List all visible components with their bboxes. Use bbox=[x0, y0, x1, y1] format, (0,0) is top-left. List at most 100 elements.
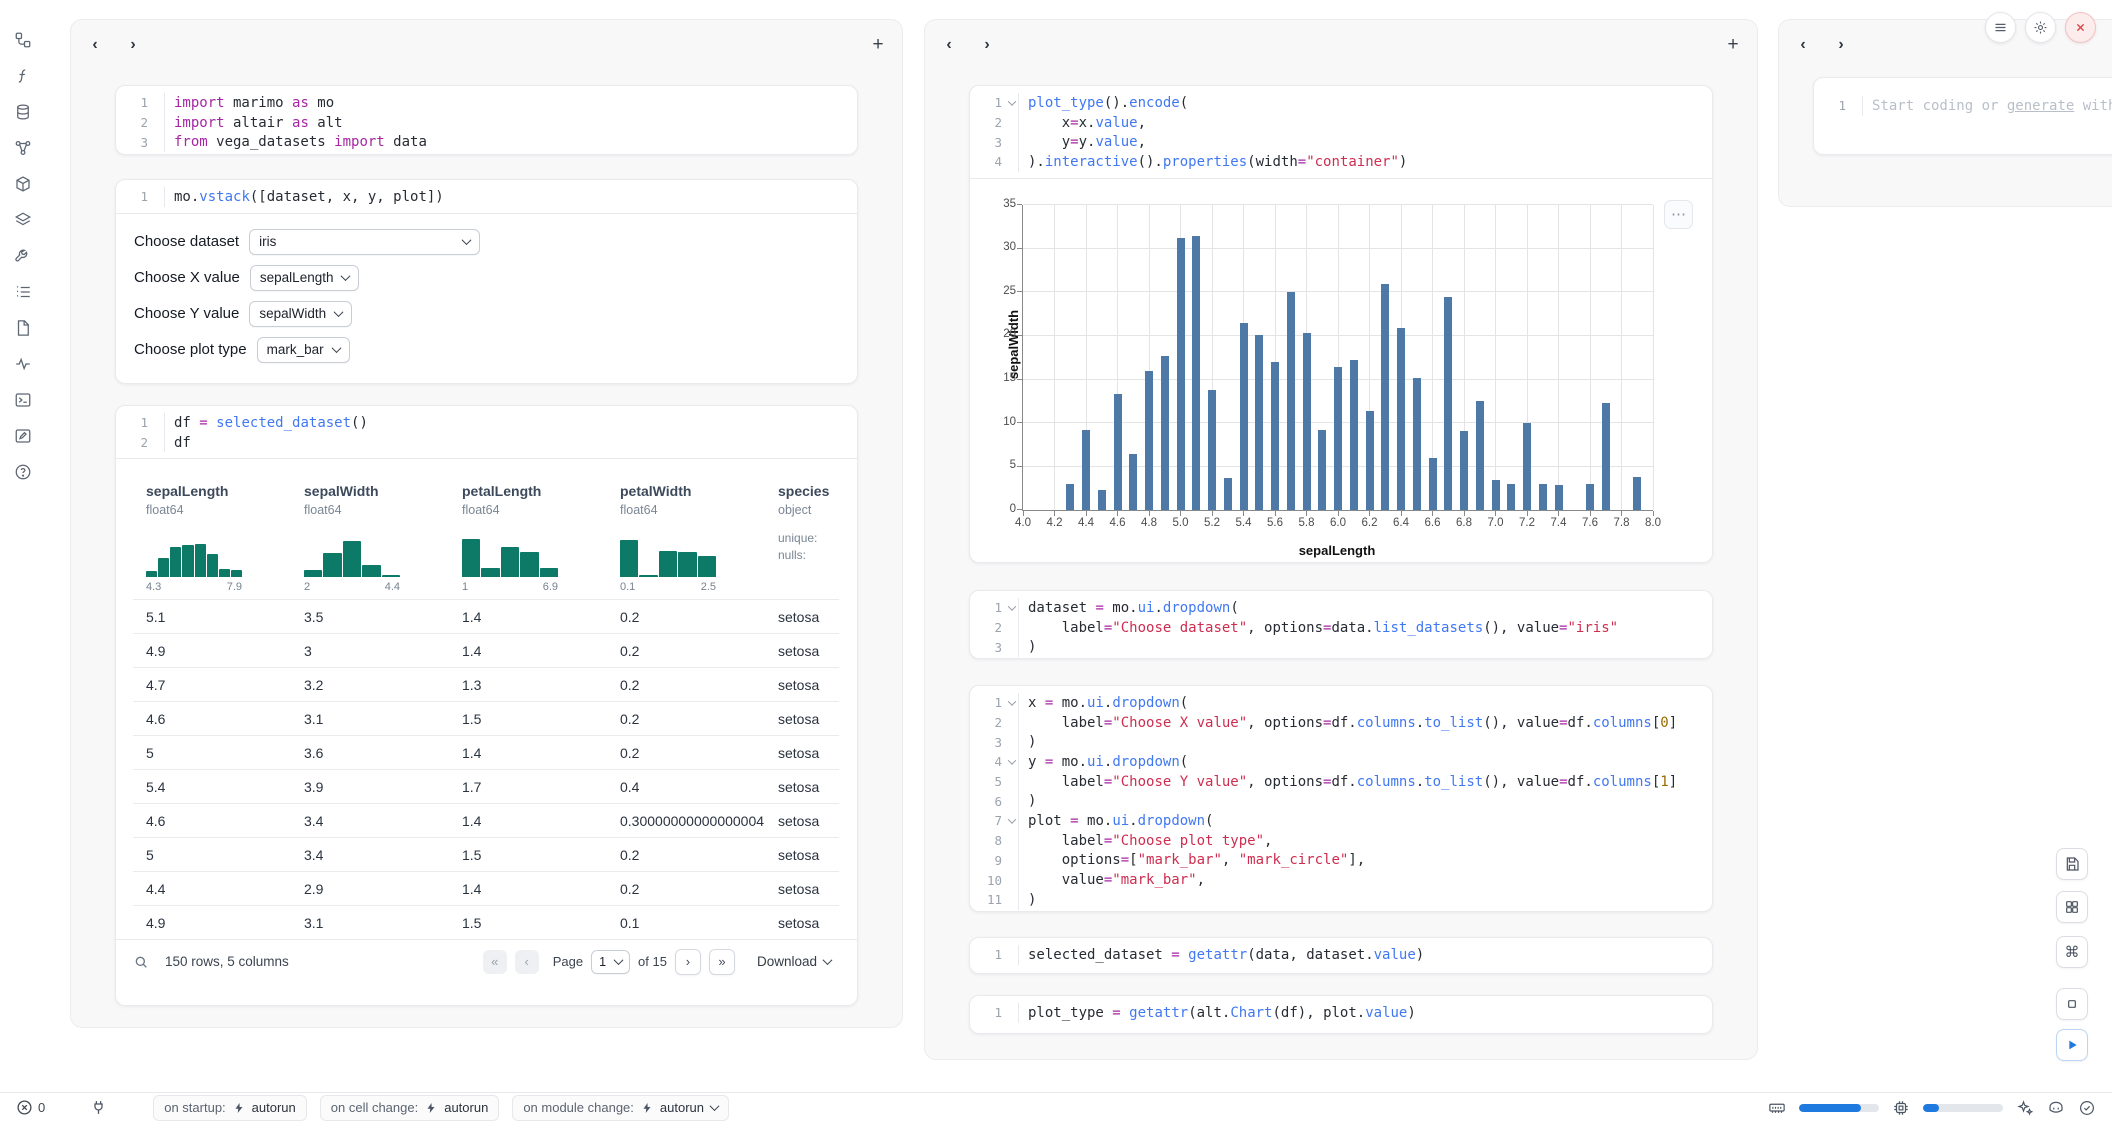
code-cell-selected-dataset[interactable]: 1selected_dataset = getattr(data, datase… bbox=[969, 937, 1713, 974]
chart-bar[interactable] bbox=[1255, 335, 1263, 509]
chart-bar[interactable] bbox=[1334, 367, 1342, 510]
code-cell-xy-dropdowns[interactable]: 1x = mo.ui.dropdown(2 label="Choose X va… bbox=[969, 685, 1713, 912]
code-line[interactable]: 3) bbox=[970, 732, 1712, 752]
chart-bar[interactable] bbox=[1145, 371, 1153, 510]
chart-bar[interactable] bbox=[1271, 362, 1279, 509]
chart-bar[interactable] bbox=[1350, 360, 1358, 510]
add-cell-button[interactable]: + bbox=[1723, 34, 1743, 56]
console-icon[interactable] bbox=[12, 389, 34, 411]
chart-bar[interactable] bbox=[1066, 484, 1074, 510]
chart-bar[interactable] bbox=[1177, 238, 1185, 510]
panel-prev-button[interactable]: ‹ bbox=[939, 36, 959, 54]
table-row[interactable]: 4.63.11.50.2setosa bbox=[133, 701, 839, 735]
settings-button[interactable] bbox=[2025, 12, 2056, 43]
code-line[interactable]: 3 y=y.value, bbox=[970, 132, 1712, 152]
snippets-icon[interactable] bbox=[12, 281, 34, 303]
panel-prev-button[interactable]: ‹ bbox=[1793, 36, 1813, 54]
fold-chevron-icon[interactable] bbox=[1005, 605, 1018, 611]
chart-bar[interactable] bbox=[1539, 484, 1547, 509]
workflow-icon[interactable] bbox=[12, 29, 34, 51]
code-line[interactable]: 1df = selected_dataset() bbox=[116, 413, 857, 433]
code-line[interactable]: 1selected_dataset = getattr(data, datase… bbox=[970, 945, 1712, 965]
chart-bar[interactable] bbox=[1381, 284, 1389, 510]
chart-bar[interactable] bbox=[1098, 490, 1106, 510]
next-page-button[interactable]: › bbox=[675, 949, 701, 975]
panel-next-button[interactable]: › bbox=[1831, 36, 1851, 54]
code-cell-dataset-dropdown[interactable]: 1dataset = mo.ui.dropdown(2 label="Choos… bbox=[969, 590, 1713, 659]
command-palette-button[interactable]: ⌘ bbox=[2056, 936, 2088, 968]
code-cell-plot-type[interactable]: 1plot_type = getattr(alt.Chart(df), plot… bbox=[969, 995, 1713, 1034]
save-button[interactable] bbox=[2056, 848, 2088, 880]
runtime-config-chip[interactable]: on cell change:autorun bbox=[320, 1095, 500, 1121]
chart-bar[interactable] bbox=[1287, 292, 1295, 510]
runtime-config-chip[interactable]: on startup:autorun bbox=[153, 1095, 307, 1121]
prev-page-button[interactable]: ‹ bbox=[515, 950, 539, 974]
download-button[interactable]: Download bbox=[757, 954, 831, 969]
chart-bar[interactable] bbox=[1129, 454, 1137, 510]
search-icon[interactable] bbox=[133, 954, 149, 970]
code-cell-dataframe[interactable]: 1df = selected_dataset()2df sepalLengthf… bbox=[115, 405, 858, 1006]
bar-chart-plot-area[interactable]: 051015202530354.04.24.44.64.85.05.25.45.… bbox=[1022, 205, 1653, 511]
table-row[interactable]: 4.42.91.40.2setosa bbox=[133, 871, 839, 905]
code-cell-plot[interactable]: 1plot_type().encode(2 x=x.value,3 y=y.va… bbox=[969, 85, 1713, 563]
chart-bar[interactable] bbox=[1602, 403, 1610, 510]
code-line[interactable]: 7plot = mo.ui.dropdown( bbox=[970, 811, 1712, 831]
chart-bar[interactable] bbox=[1413, 378, 1421, 510]
chart-bar[interactable] bbox=[1082, 430, 1090, 509]
code-line[interactable]: 8 label="Choose plot type", bbox=[970, 831, 1712, 851]
copilot-icon[interactable] bbox=[2047, 1099, 2065, 1117]
chart-bar[interactable] bbox=[1224, 478, 1232, 510]
chart-bar[interactable] bbox=[1318, 430, 1326, 510]
first-page-button[interactable]: « bbox=[483, 950, 507, 974]
new-code-cell[interactable]: 1Start coding or generate with bbox=[1813, 77, 2112, 155]
code-line[interactable]: 2 label="Choose dataset", options=data.l… bbox=[970, 618, 1712, 638]
code-line[interactable]: 1x = mo.ui.dropdown( bbox=[970, 693, 1712, 713]
help-icon[interactable] bbox=[12, 461, 34, 483]
page-select[interactable]: 1 bbox=[591, 950, 630, 974]
table-row[interactable]: 4.93.11.50.1setosa bbox=[133, 905, 839, 939]
code-line[interactable]: 9 options=["mark_bar", "mark_circle"], bbox=[970, 851, 1712, 871]
code-line[interactable]: 10 value="mark_bar", bbox=[970, 870, 1712, 890]
code-line[interactable]: 3from vega_datasets import data bbox=[116, 132, 857, 152]
chart-bar[interactable] bbox=[1633, 477, 1641, 510]
panel-next-button[interactable]: › bbox=[977, 36, 997, 54]
code-cell-vstack[interactable]: 1mo.vstack([dataset, x, y, plot]) Choose… bbox=[115, 179, 858, 384]
table-row[interactable]: 53.41.50.2setosa bbox=[133, 837, 839, 871]
connection-icon[interactable] bbox=[90, 1099, 107, 1116]
tracing-icon[interactable] bbox=[12, 353, 34, 375]
build-icon[interactable] bbox=[12, 245, 34, 267]
chart-bar[interactable] bbox=[1444, 297, 1452, 510]
chart-bar[interactable] bbox=[1192, 236, 1200, 510]
chart-bar[interactable] bbox=[1476, 401, 1484, 510]
code-line[interactable]: 5 label="Choose Y value", options=df.col… bbox=[970, 772, 1712, 792]
notebook-menu-button[interactable] bbox=[1985, 12, 2016, 43]
panel-prev-button[interactable]: ‹ bbox=[85, 36, 105, 54]
chart-bar[interactable] bbox=[1303, 333, 1311, 510]
panel-next-button[interactable]: › bbox=[123, 36, 143, 54]
chart-bar[interactable] bbox=[1523, 423, 1531, 509]
dropdown-select[interactable]: iris bbox=[249, 229, 480, 255]
add-cell-button[interactable]: + bbox=[868, 34, 888, 56]
chart-bar[interactable] bbox=[1507, 484, 1515, 510]
code-line[interactable]: 2df bbox=[116, 433, 857, 453]
chart-bar[interactable] bbox=[1240, 323, 1248, 509]
code-line[interactable]: 1dataset = mo.ui.dropdown( bbox=[970, 598, 1712, 618]
fold-chevron-icon[interactable] bbox=[1005, 100, 1018, 106]
code-line[interactable]: 1plot_type = getattr(alt.Chart(df), plot… bbox=[970, 1003, 1712, 1023]
scratchpad-icon[interactable] bbox=[12, 425, 34, 447]
ai-sparkles-icon[interactable] bbox=[2016, 1099, 2034, 1117]
layout-grid-button[interactable] bbox=[2056, 891, 2088, 923]
document-icon[interactable] bbox=[12, 317, 34, 339]
fold-chevron-icon[interactable] bbox=[1005, 759, 1018, 765]
table-column-header[interactable]: sepalWidthfloat6424.4 bbox=[291, 459, 449, 599]
table-column-header[interactable]: sepalLengthfloat644.37.9 bbox=[133, 459, 291, 599]
table-column-header[interactable]: speciesobjectunique:nulls: bbox=[765, 459, 839, 599]
code-line[interactable]: 2 label="Choose X value", options=df.col… bbox=[970, 713, 1712, 733]
table-column-header[interactable]: petalLengthfloat6416.9 bbox=[449, 459, 607, 599]
code-line[interactable]: 4y = mo.ui.dropdown( bbox=[970, 752, 1712, 772]
run-button[interactable] bbox=[2056, 1029, 2088, 1061]
fold-chevron-icon[interactable] bbox=[1005, 700, 1018, 706]
runtime-config-chip[interactable]: on module change:autorun bbox=[512, 1095, 729, 1121]
package-icon[interactable] bbox=[12, 173, 34, 195]
chart-bar[interactable] bbox=[1397, 328, 1405, 510]
